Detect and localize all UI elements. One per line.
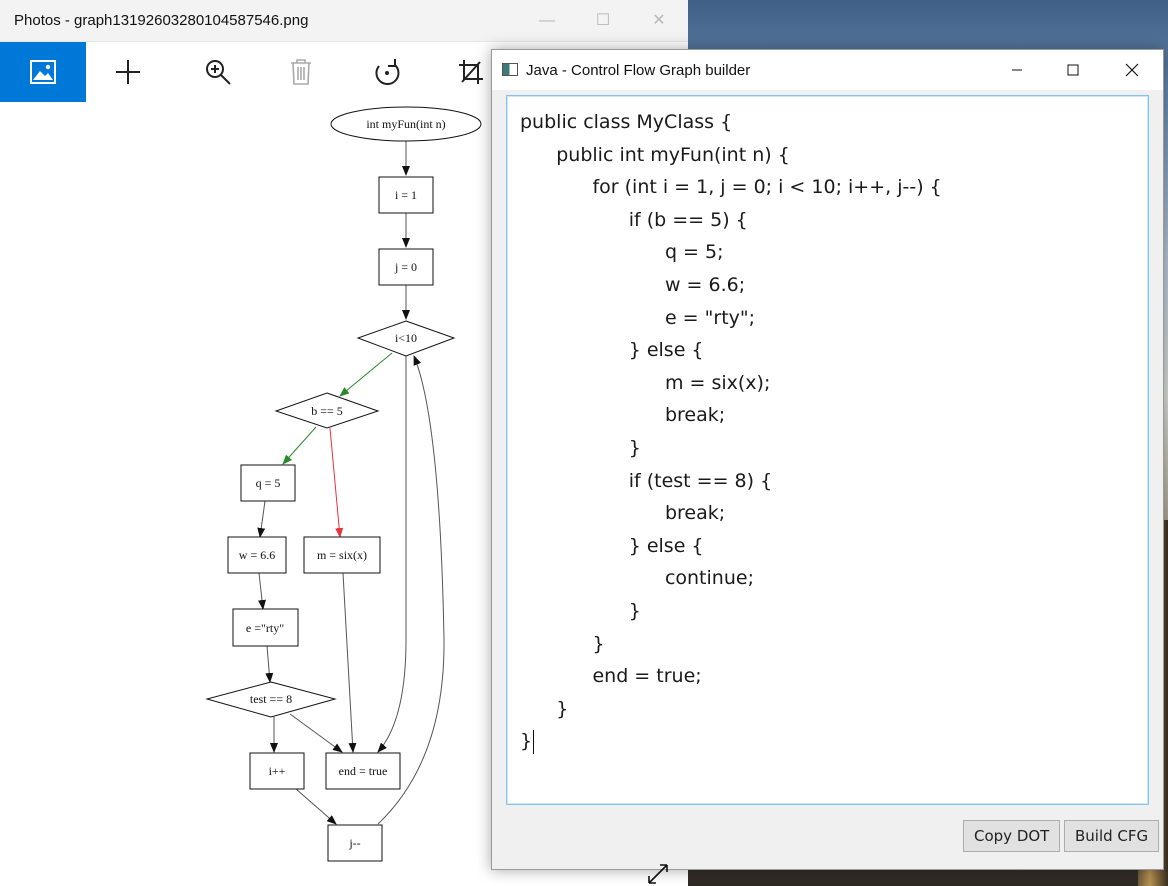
app-window-icon (502, 63, 518, 76)
edge-b5-q5-true (282, 426, 317, 465)
photos-close-button[interactable]: ✕ (636, 6, 682, 36)
code-line: } (520, 436, 641, 459)
maximize-icon (1067, 64, 1079, 76)
code-line: if (test == 8) { (520, 469, 773, 492)
code-text: public class MyClass { public int myFun(… (520, 106, 942, 758)
delete-button[interactable] (258, 42, 344, 102)
cfg-builder-window: Java - Control Flow Graph builder public… (491, 49, 1164, 870)
photos-titlebar[interactable]: Photos - graph13192603280104587546.png —… (0, 0, 688, 42)
node-cond-label: i<10 (395, 331, 417, 345)
code-line: } (520, 697, 569, 720)
add-button[interactable] (85, 42, 171, 102)
node-j0-label: j = 0 (394, 260, 417, 274)
code-line: if (b == 5) { (520, 208, 748, 231)
code-editor[interactable]: public class MyClass { public int myFun(… (506, 95, 1149, 805)
edge-iinc-jdec (295, 788, 337, 825)
cfg-titlebar[interactable]: Java - Control Flow Graph builder (492, 50, 1163, 90)
code-line: break; (520, 502, 726, 525)
copy-dot-button[interactable]: Copy DOT (963, 820, 1061, 852)
code-line: continue; (520, 567, 754, 590)
node-erty-label: e ="rty" (246, 621, 284, 635)
edge-erty-test8 (265, 645, 274, 683)
code-line: e = "rty"; (520, 306, 756, 329)
code-line: } else { (520, 534, 704, 557)
cfg-close-button[interactable] (1109, 55, 1155, 85)
photos-window-title: Photos - graph13192603280104587546.png (14, 12, 309, 29)
node-q5-label: q = 5 (256, 476, 281, 490)
code-line: end = true; (520, 665, 702, 688)
resize-arrow-icon (648, 864, 668, 884)
code-line: } (520, 632, 605, 655)
text-caret (533, 729, 535, 754)
code-line: } (520, 599, 641, 622)
edge-q5-w66 (257, 500, 266, 538)
cfg-minimize-button[interactable] (994, 55, 1040, 85)
code-line: public int myFun(int n) { (520, 143, 790, 166)
code-line: for (int i = 1, j = 0; i < 10; i++, j--)… (520, 176, 942, 199)
delete-icon (291, 59, 311, 85)
code-line: } else { (520, 339, 704, 362)
code-line: public class MyClass { (520, 111, 733, 133)
edge-cond-b5-true (339, 352, 393, 397)
code-line: break; (520, 404, 726, 427)
node-start-label: int myFun(int n) (366, 117, 445, 131)
node-b5-label: b == 5 (311, 404, 343, 418)
node-test8-label: test == 8 (250, 692, 292, 706)
rotate-button[interactable] (344, 42, 430, 102)
code-line: q = 5; (520, 241, 724, 264)
add-icon (116, 60, 140, 84)
code-line: } (520, 729, 535, 754)
node-msix-label: m = six(x) (317, 548, 367, 562)
code-line: w = 6.6; (520, 273, 746, 296)
view-image-button[interactable] (0, 42, 86, 102)
minimize-icon (1012, 69, 1022, 71)
node-end-label: end = true (339, 764, 388, 778)
edge-w66-erty (258, 572, 266, 610)
build-cfg-button[interactable]: Build CFG (1064, 820, 1160, 852)
rotate-icon (375, 59, 400, 85)
image-icon (30, 60, 56, 84)
edge-test8-end (289, 713, 343, 753)
edge-cond-end (377, 356, 407, 753)
node-i1-label: i = 1 (395, 188, 417, 202)
edge-b5-msix-false (329, 427, 344, 538)
node-w66-label: w = 6.6 (239, 548, 275, 562)
edge-msix-end (342, 572, 357, 753)
code-line: m = six(x); (520, 371, 771, 394)
zoom-in-icon (206, 60, 231, 85)
node-jdec-label: j-- (348, 836, 360, 850)
zoom-button[interactable] (175, 42, 261, 102)
photos-minimize-button[interactable]: — (524, 6, 570, 36)
photos-maximize-button[interactable]: ☐ (580, 6, 626, 36)
cfg-window-title: Java - Control Flow Graph builder (526, 62, 751, 79)
crop-icon (459, 60, 483, 84)
cfg-maximize-button[interactable] (1050, 55, 1096, 85)
close-icon (1125, 63, 1139, 77)
node-iinc-label: i++ (269, 764, 286, 778)
